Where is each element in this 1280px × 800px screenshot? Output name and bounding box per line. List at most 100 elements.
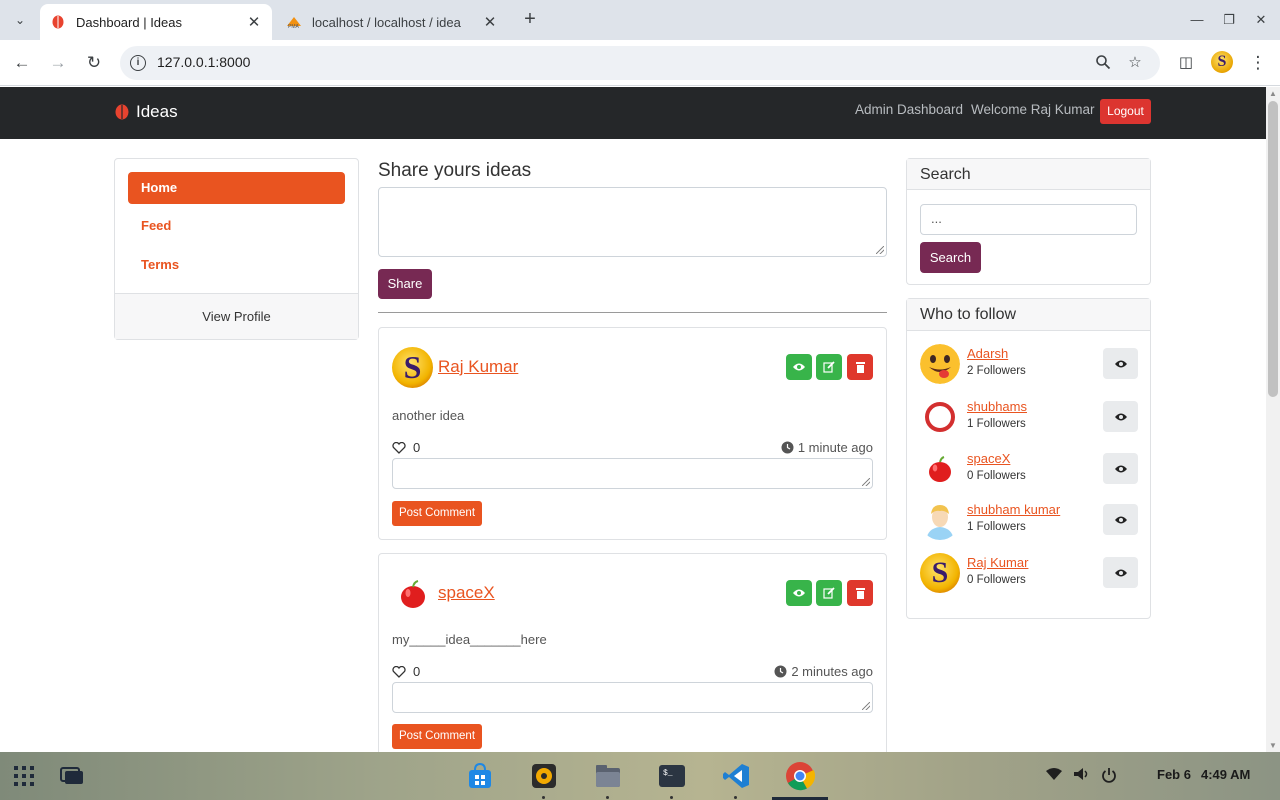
scrollbar-thumb[interactable] — [1268, 101, 1278, 397]
idea-card: S Raj Kumar another idea 0 1 minute ago … — [378, 327, 887, 540]
music-player-icon[interactable] — [528, 760, 560, 792]
files-icon[interactable] — [592, 760, 624, 792]
logout-button[interactable]: Logout — [1100, 99, 1151, 124]
delete-button[interactable] — [847, 354, 873, 380]
welcome-user-link[interactable]: Welcome Raj Kumar — [971, 102, 1095, 117]
window-switcher-icon[interactable] — [56, 760, 88, 792]
page-scrollbar[interactable]: ▲ ▼ — [1266, 87, 1280, 752]
follow-user-link[interactable]: shubhams — [967, 399, 1027, 414]
sidebar-item-feed[interactable]: Feed — [128, 210, 345, 242]
view-button[interactable] — [786, 354, 812, 380]
maximize-icon[interactable]: ❐ — [1217, 8, 1241, 32]
vscode-icon[interactable] — [720, 760, 752, 792]
view-profile-button[interactable] — [1103, 504, 1138, 535]
scroll-down-icon[interactable]: ▼ — [1269, 741, 1277, 750]
follow-user-link[interactable]: Raj Kumar — [967, 555, 1028, 570]
tray-clock[interactable]: 4:49 AM — [1201, 767, 1250, 782]
share-title: Share yours ideas — [378, 160, 532, 181]
who-to-follow-card: Who to follow Adarsh 2 Followers shubham… — [906, 298, 1151, 619]
app-launcher-icon[interactable] — [8, 760, 40, 792]
window-close-icon[interactable]: ✕ — [1249, 8, 1273, 32]
resize-grip-icon[interactable] — [862, 478, 870, 486]
person-icon — [920, 500, 960, 540]
sidebar-item-terms[interactable]: Terms — [128, 249, 345, 281]
follow-user-link[interactable]: shubham kumar — [967, 502, 1060, 517]
brain-icon — [115, 104, 129, 120]
apple-icon — [400, 579, 425, 608]
forward-arrow-icon[interactable]: → — [46, 51, 70, 75]
search-button[interactable]: Search — [920, 242, 981, 273]
comment-textarea[interactable] — [392, 458, 873, 489]
like-button[interactable]: 0 — [392, 664, 420, 679]
brand-text: Ideas — [136, 102, 178, 121]
view-profile-link[interactable]: View Profile — [115, 293, 358, 339]
eye-icon — [1114, 413, 1127, 420]
sidebar-item-home[interactable]: Home — [128, 172, 345, 204]
new-tab-plus-icon[interactable]: + — [518, 8, 542, 32]
avatar: S — [392, 347, 433, 388]
reload-icon[interactable]: ↻ — [82, 51, 106, 75]
post-author-link[interactable]: Raj Kumar — [438, 357, 518, 377]
clock-icon — [774, 665, 787, 678]
like-button[interactable]: 0 — [392, 440, 420, 455]
admin-dashboard-link[interactable]: Admin Dashboard — [855, 102, 963, 117]
idea-textarea[interactable] — [378, 187, 887, 257]
resize-grip-icon[interactable] — [862, 702, 870, 710]
side-panel-icon[interactable]: ◫ — [1174, 51, 1198, 75]
running-indicator — [670, 796, 673, 799]
bookmark-star-icon[interactable]: ☆ — [1126, 54, 1144, 72]
browser-tab-phpmyadmin[interactable]: PMA localhost / localhost / idea ✕ — [276, 4, 508, 40]
site-info-icon[interactable]: i — [130, 55, 146, 71]
view-profile-button[interactable] — [1103, 348, 1138, 379]
resize-grip-icon[interactable] — [876, 246, 884, 254]
running-indicator — [542, 796, 545, 799]
view-profile-button[interactable] — [1103, 401, 1138, 432]
eye-icon — [793, 589, 805, 597]
tab-search-chevron-icon[interactable]: ⌄ — [8, 8, 32, 32]
eye-icon — [1114, 360, 1127, 367]
edit-button[interactable] — [816, 354, 842, 380]
minimize-icon[interactable]: — — [1185, 8, 1209, 32]
list-item: shubham kumar 1 Followers — [920, 500, 1138, 542]
post-comment-button[interactable]: Post Comment — [392, 501, 482, 526]
close-icon[interactable]: ✕ — [246, 13, 262, 31]
search-input[interactable]: ... — [920, 204, 1137, 235]
follower-count: 0 Followers — [967, 470, 1026, 482]
zoom-icon[interactable] — [1094, 54, 1112, 72]
power-icon[interactable] — [1101, 767, 1117, 786]
scroll-up-icon[interactable]: ▲ — [1269, 89, 1277, 98]
view-profile-button[interactable] — [1103, 453, 1138, 484]
profile-avatar[interactable]: S — [1211, 51, 1233, 73]
page-content: Home Feed Terms View Profile Share yours… — [0, 139, 1266, 752]
omnibox[interactable]: i 127.0.0.1:8000 ☆ — [120, 46, 1160, 80]
s-logo-icon: S — [920, 553, 960, 593]
follow-user-link[interactable]: spaceX — [967, 451, 1010, 466]
close-icon[interactable]: ✕ — [482, 13, 498, 31]
follow-user-link[interactable]: Adarsh — [967, 346, 1008, 361]
back-arrow-icon[interactable]: ← — [10, 51, 34, 75]
ring-icon — [920, 397, 960, 437]
view-profile-button[interactable] — [1103, 557, 1138, 588]
view-button[interactable] — [786, 580, 812, 606]
trash-icon — [855, 588, 865, 599]
volume-icon[interactable] — [1073, 767, 1091, 784]
kebab-menu-icon[interactable]: ⋮ — [1246, 51, 1270, 75]
comment-textarea[interactable] — [392, 682, 873, 713]
follower-count: 1 Followers — [967, 418, 1026, 430]
post-author-link[interactable]: spaceX — [438, 583, 495, 603]
brand-link[interactable]: Ideas — [114, 102, 178, 122]
delete-button[interactable] — [847, 580, 873, 606]
sidebar-card: Home Feed Terms View Profile — [114, 158, 359, 340]
wifi-icon[interactable] — [1045, 767, 1063, 784]
who-to-follow-title: Who to follow — [907, 299, 1150, 331]
tray-date[interactable]: Feb 6 — [1157, 767, 1191, 782]
share-button[interactable]: Share — [378, 269, 432, 299]
edit-button[interactable] — [816, 580, 842, 606]
terminal-icon[interactable]: $_ — [656, 760, 688, 792]
chrome-icon[interactable] — [784, 760, 816, 792]
browser-tab-dashboard[interactable]: Dashboard | Ideas ✕ — [40, 4, 272, 40]
heart-icon — [392, 665, 406, 678]
url-text[interactable]: 127.0.0.1:8000 — [157, 54, 250, 70]
store-icon[interactable] — [464, 760, 496, 792]
post-comment-button[interactable]: Post Comment — [392, 724, 482, 749]
